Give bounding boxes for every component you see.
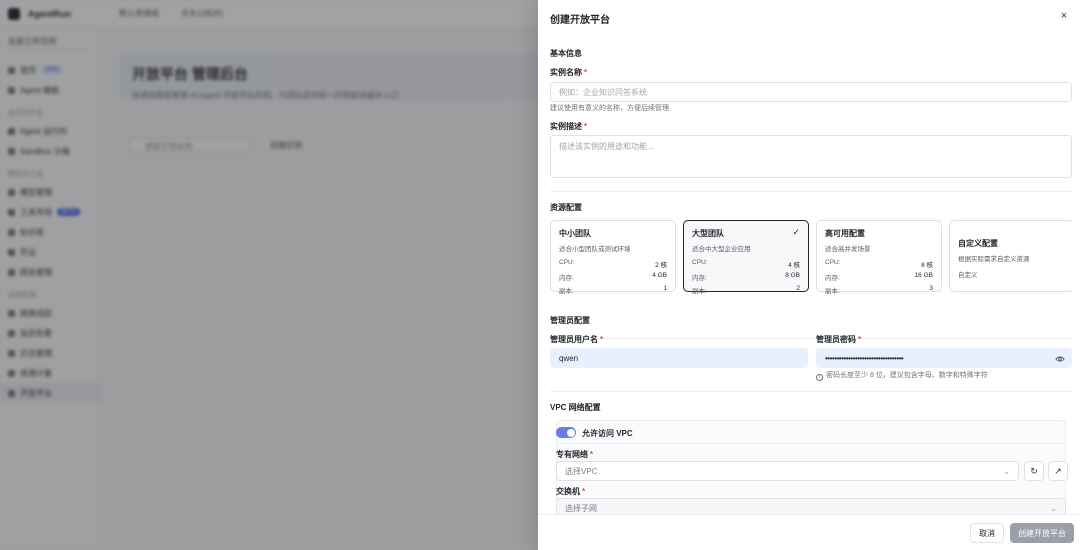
password-value: •••••••••••••••••••••••••••••••••• (825, 353, 904, 363)
instance-desc-textarea[interactable]: 描述该实例的用途和功能... (550, 135, 1072, 178)
refresh-vpc-button[interactable]: ↻ (1024, 461, 1044, 481)
vpc-select-value: 选择VPC (565, 466, 598, 476)
open-vpc-console-button[interactable]: ↗ (1048, 461, 1068, 481)
card-desc: 根据实际需求自定义资源 (958, 256, 1030, 263)
check-icon: ✓ (792, 227, 800, 237)
spec-replicas: 副本: 3 (825, 285, 933, 295)
section-divider (550, 391, 1072, 392)
password-help: i 密码长度至少 8 位，建议包含字母、数字和特殊字符 (816, 370, 988, 381)
card-title: 自定义配置 (958, 239, 998, 248)
drawer-footer: 取消 创建开放平台 (538, 514, 1080, 550)
spec-cpu: CPU: 2 核 (559, 259, 667, 269)
resource-card-large-team[interactable]: ✓ 大型团队 适合中大型企业应用 CPU: 4 核 内存: 8 GB 副本: 2 (683, 220, 809, 295)
refresh-icon: ↻ (1030, 465, 1038, 476)
drawer-body: 基本信息 实例名称 * 例如：企业知识问答系统 建议使用有意义的名称，方便后续管理… (550, 36, 1072, 514)
create-platform-drawer: 创建开放平台 × 基本信息 实例名称 * 例如：企业知识问答系统 建议使用有意义的… (538, 0, 1080, 550)
eye-icon[interactable] (1055, 354, 1065, 364)
resource-card-small-team[interactable]: 中小团队 适合小型团队或测试环境 CPU: 2 核 内存: 4 GB 副本: 1 (550, 220, 676, 295)
card-title: 高可用配置 (825, 229, 865, 238)
spec-memory: 内存: 8 GB (692, 272, 800, 282)
vpc-access-label: 允许访问 VPC (582, 429, 633, 438)
create-platform-button[interactable]: 创建开放平台 (1010, 523, 1074, 543)
resource-card-custom[interactable]: 自定义配置 根据实际需求自定义资源 自定义 (949, 220, 1072, 292)
instance-name-help: 建议使用有意义的名称，方便后续管理 (550, 105, 669, 112)
info-icon: i (816, 374, 823, 381)
admin-username-label: 管理员用户名 * (550, 335, 604, 344)
drawer-title: 创建开放平台 (550, 14, 610, 26)
resource-card-high-availability[interactable]: 高可用配置 适合高并发场景 CPU: 8 核 内存: 16 GB 副本: 3 (816, 220, 942, 295)
vpc-access-toggle[interactable] (556, 427, 576, 438)
instance-desc-label: 实例描述 * (550, 122, 588, 131)
section-divider (550, 338, 1072, 339)
section-title-resources: 资源配置 (550, 203, 582, 212)
card-desc: 适合高并发场景 (825, 246, 871, 253)
drawer-header: 创建开放平台 (538, 0, 1080, 36)
card-desc: 适合小型团队或测试环境 (559, 246, 631, 253)
spec-cpu: CPU: 4 核 (692, 259, 800, 269)
admin-password-input[interactable]: •••••••••••••••••••••••••••••••••• (816, 348, 1072, 368)
external-link-icon: ↗ (1054, 465, 1062, 476)
vpc-select[interactable]: 选择VPC ⌄ (556, 461, 1019, 481)
chevron-down-icon: ⌄ (1050, 503, 1057, 513)
vswitch-select-value: 选择子网 (565, 503, 597, 513)
vswitch-select[interactable]: 选择子网 ⌄ (556, 498, 1066, 514)
instance-name-input[interactable]: 例如：企业知识问答系统 (550, 82, 1072, 102)
card-title: 大型团队 (692, 229, 724, 238)
section-divider (550, 191, 1072, 192)
section-title-admin: 管理员配置 (550, 316, 590, 325)
card-desc: 适合中大型企业应用 (692, 246, 751, 253)
spec-replicas: 副本: 1 (559, 285, 667, 295)
card-extra: 自定义 (958, 272, 978, 279)
spec-memory: 内存: 16 GB (825, 272, 933, 282)
vswitch-label: 交换机 * (556, 487, 586, 496)
spec-cpu: CPU: 8 核 (825, 259, 933, 269)
spec-replicas: 副本: 2 (692, 285, 800, 295)
card-title: 中小团队 (559, 229, 591, 238)
admin-username-input[interactable]: qwen (550, 348, 808, 368)
vpc-divider (556, 443, 1066, 444)
vpc-network-label: 专有网络 * (556, 450, 594, 459)
admin-password-label: 管理员密码 * (816, 335, 862, 344)
close-icon[interactable]: × (1058, 10, 1070, 22)
cancel-button[interactable]: 取消 (970, 523, 1004, 543)
spec-memory: 内存: 4 GB (559, 272, 667, 282)
chevron-down-icon: ⌄ (1003, 466, 1010, 476)
section-title-basic: 基本信息 (550, 49, 582, 58)
section-title-vpc: VPC 网络配置 (550, 403, 601, 412)
instance-name-label: 实例名称 * (550, 68, 588, 77)
